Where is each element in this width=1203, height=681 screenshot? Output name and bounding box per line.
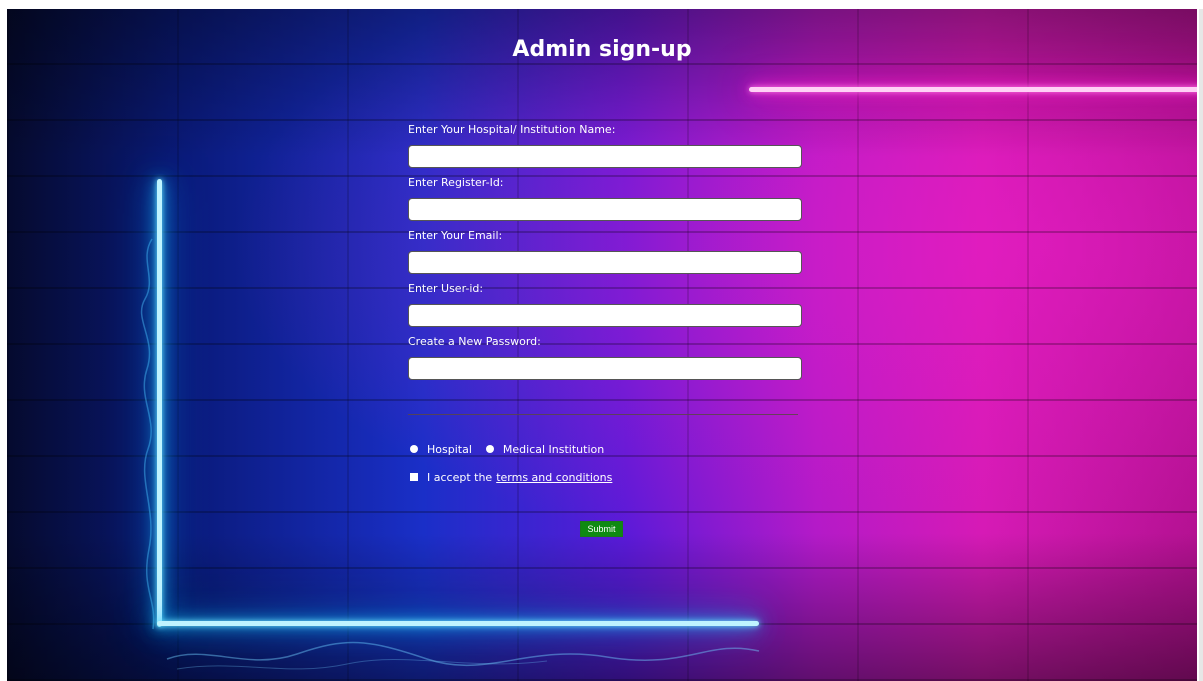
register-id-input[interactable]	[408, 198, 802, 221]
neon-vertical-bar	[157, 179, 162, 627]
institution-type-group: Hospital Medical Institution	[408, 441, 804, 457]
user-id-input[interactable]	[408, 304, 802, 327]
form-divider	[408, 414, 798, 415]
email-input[interactable]	[408, 251, 802, 274]
password-input[interactable]	[408, 357, 802, 380]
neon-pink-bar	[749, 87, 1197, 92]
admin-signup-form: Enter Your Hospital/ Institution Name: E…	[408, 122, 804, 537]
terms-prefix-text: I accept the	[427, 470, 493, 484]
hospital-name-input[interactable]	[408, 145, 802, 168]
hospital-name-label: Enter Your Hospital/ Institution Name:	[408, 123, 616, 136]
page-scrollbar[interactable]	[1199, 9, 1203, 681]
medical-institution-radio-label[interactable]: Medical Institution	[503, 443, 604, 456]
user-id-label: Enter User-id:	[408, 282, 484, 295]
terms-and-conditions-link[interactable]: terms and conditions	[496, 471, 612, 484]
password-label: Create a New Password:	[408, 335, 541, 348]
email-label: Enter Your Email:	[408, 229, 503, 242]
medical-institution-radio[interactable]	[485, 445, 494, 453]
hospital-radio-label[interactable]: Hospital	[427, 443, 472, 456]
submit-button[interactable]: Submit	[580, 521, 623, 537]
background-stage: Admin sign-up Enter Your Hospital/ Insti…	[7, 9, 1197, 681]
hospital-radio[interactable]	[410, 445, 418, 453]
register-id-label: Enter Register-Id:	[408, 176, 504, 189]
terms-row: I accept the terms and conditions	[408, 469, 804, 485]
page-title: Admin sign-up	[512, 37, 692, 62]
terms-checkbox[interactable]	[410, 473, 418, 481]
neon-horizontal-bar	[157, 621, 759, 626]
